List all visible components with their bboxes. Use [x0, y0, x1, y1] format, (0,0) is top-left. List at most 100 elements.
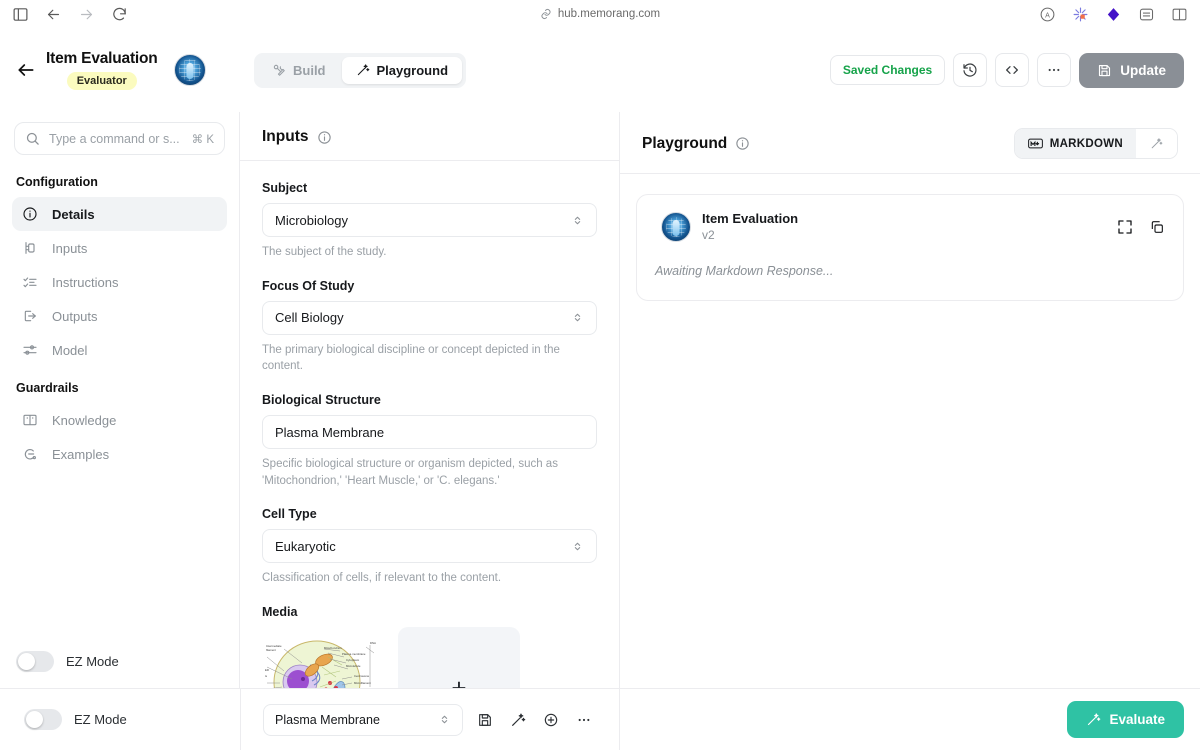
bottom-bar: EZ Mode Plasma Membrane Evaluate	[0, 688, 1200, 750]
media-thumbnail[interactable]: Intermediate filament ER is Mitochondrion …	[262, 627, 390, 688]
plus-circle-icon[interactable]	[543, 712, 559, 728]
app-header: Item Evaluation Evaluator Build Playgrou…	[0, 28, 1200, 112]
nav-group-configuration-title: Configuration	[16, 175, 98, 189]
update-button[interactable]: Update	[1079, 52, 1184, 88]
view-mode-markdown[interactable]: MARKDOWN	[1014, 129, 1136, 158]
page-title-block: Item Evaluation Evaluator	[46, 50, 158, 90]
sidebar-item-examples[interactable]: Examples	[12, 437, 227, 471]
mode-tab-group: Build Playground	[254, 52, 467, 88]
cell-type-select[interactable]: Eukaryotic	[262, 529, 597, 564]
eukaryotic-cell-diagram: Intermediatefilament ERis Mitochondrion …	[262, 627, 390, 688]
code-button[interactable]	[995, 53, 1030, 87]
svg-text:ER: ER	[265, 668, 269, 672]
variant-select[interactable]: Plasma Membrane	[263, 703, 463, 736]
focus-of-study-select[interactable]: Cell Biology	[262, 300, 597, 335]
code-icon	[1006, 66, 1019, 74]
evaluate-button[interactable]: Evaluate	[1067, 701, 1184, 738]
expand-icon[interactable]	[1117, 219, 1133, 235]
copy-icon[interactable]	[1149, 219, 1165, 235]
bottom-right-region: Evaluate	[620, 701, 1200, 738]
response-header: Item Evaluation v2	[655, 211, 1165, 242]
history-button[interactable]	[953, 53, 988, 87]
svg-text:A: A	[1045, 11, 1050, 19]
sidebar-item-instructions[interactable]: Instructions	[12, 265, 227, 299]
inputs-panel-title: Inputs	[262, 128, 309, 145]
split-view-icon[interactable]	[1171, 6, 1188, 23]
readinglist-icon[interactable]	[1138, 6, 1155, 23]
examples-icon	[22, 446, 38, 462]
extension-burst-icon[interactable]	[1072, 6, 1089, 23]
media-row: Intermediate filament ER is Mitochondrion …	[262, 627, 597, 688]
info-circle-icon[interactable]	[735, 136, 750, 151]
sidebar-item-details[interactable]: Details	[12, 197, 227, 231]
svg-text:Centrosome: Centrosome	[354, 674, 370, 678]
variant-select-value: Plasma Membrane	[275, 712, 380, 727]
history-icon	[963, 63, 977, 77]
ez-mode-toggle[interactable]	[16, 651, 54, 672]
svg-text:Lysosome: Lysosome	[354, 687, 367, 688]
main-body: ⌘ K Configuration Details Inputs	[0, 112, 1200, 688]
field-cell-type-help: Classification of cells, if relevant to …	[262, 572, 502, 585]
sidebar-toggle-icon[interactable]	[12, 6, 29, 23]
role-badge: Evaluator	[66, 72, 137, 90]
response-title: Item Evaluation	[702, 211, 799, 226]
field-cell-type-label: Cell Type	[262, 507, 317, 522]
sidebar-item-details-label: Details	[52, 206, 95, 222]
search-box[interactable]: ⌘ K	[14, 122, 225, 155]
inputs-scroll-area[interactable]: Subject Microbiology The subject of the …	[240, 161, 619, 688]
sidebar-item-model[interactable]: Model	[12, 333, 227, 367]
add-media-button[interactable]: +	[398, 627, 520, 688]
wand-icon[interactable]	[510, 712, 526, 728]
inputs-panel-header: Inputs	[240, 112, 619, 161]
subject-value: Microbiology	[275, 212, 348, 228]
chevron-updown-icon	[441, 715, 448, 724]
playground-header: Playground MARKDOWN	[620, 112, 1200, 174]
chevron-updown-icon	[574, 216, 581, 224]
more-icon[interactable]	[576, 712, 592, 728]
ez-mode-row: EZ Mode	[0, 635, 239, 688]
tab-build[interactable]: Build	[258, 57, 340, 84]
bottom-left-region: EZ Mode	[0, 709, 240, 730]
sidebar-item-outputs[interactable]: Outputs	[12, 299, 227, 333]
back-icon[interactable]	[45, 6, 62, 23]
view-mode-wand[interactable]	[1136, 129, 1177, 158]
sidebar: ⌘ K Configuration Details Inputs	[0, 112, 240, 688]
sidebar-item-inputs[interactable]: Inputs	[12, 231, 227, 265]
sidebar-item-instructions-label: Instructions	[52, 274, 119, 290]
page-back-icon[interactable]	[16, 60, 36, 80]
input-plug-icon	[22, 240, 38, 256]
biological-structure-input[interactable]: Plasma Membrane	[262, 415, 597, 450]
plus-icon: +	[451, 675, 466, 688]
address-bar[interactable]: hub.memorang.com	[470, 8, 730, 20]
ez-mode-toggle-bottom[interactable]	[24, 709, 62, 730]
tab-playground[interactable]: Playground	[341, 56, 463, 84]
ez-mode-label: EZ Mode	[66, 654, 119, 669]
browser-extensions: A	[1039, 6, 1188, 23]
biological-structure-value: Plasma Membrane	[275, 424, 385, 440]
header-identity: Item Evaluation Evaluator	[0, 28, 240, 112]
svg-text:filament: filament	[266, 648, 276, 652]
search-input[interactable]	[49, 131, 183, 146]
account-circle-icon[interactable]: A	[1039, 6, 1056, 23]
sidebar-item-knowledge[interactable]: Knowledge	[12, 403, 227, 437]
bottom-icon-row	[477, 712, 592, 728]
tab-playground-label: Playground	[376, 62, 449, 78]
link-icon	[541, 9, 551, 19]
field-cell-type: Cell Type Eukaryotic Classification of c…	[262, 507, 597, 587]
sliders-icon	[22, 342, 38, 358]
more-options-button[interactable]	[1037, 53, 1072, 87]
wand-icon	[357, 64, 369, 76]
svg-text:Cytoplasm: Cytoplasm	[346, 658, 360, 662]
diamond-icon[interactable]	[1105, 6, 1122, 23]
wand-icon	[1151, 138, 1163, 149]
inputs-panel: Inputs Subject Microbiology The subject …	[240, 112, 620, 688]
playground-view-toggle: MARKDOWN	[1013, 128, 1178, 159]
view-mode-group: MARKDOWN	[1013, 128, 1178, 159]
subject-select[interactable]: Microbiology	[262, 203, 597, 237]
search-shortcut-hint: ⌘ K	[191, 133, 214, 146]
save-icon[interactable]	[477, 712, 493, 728]
chevron-updown-icon	[574, 542, 581, 551]
reload-icon[interactable]	[111, 6, 128, 23]
info-circle-icon[interactable]	[317, 130, 332, 145]
saved-status-badge: Saved Changes	[829, 55, 946, 85]
